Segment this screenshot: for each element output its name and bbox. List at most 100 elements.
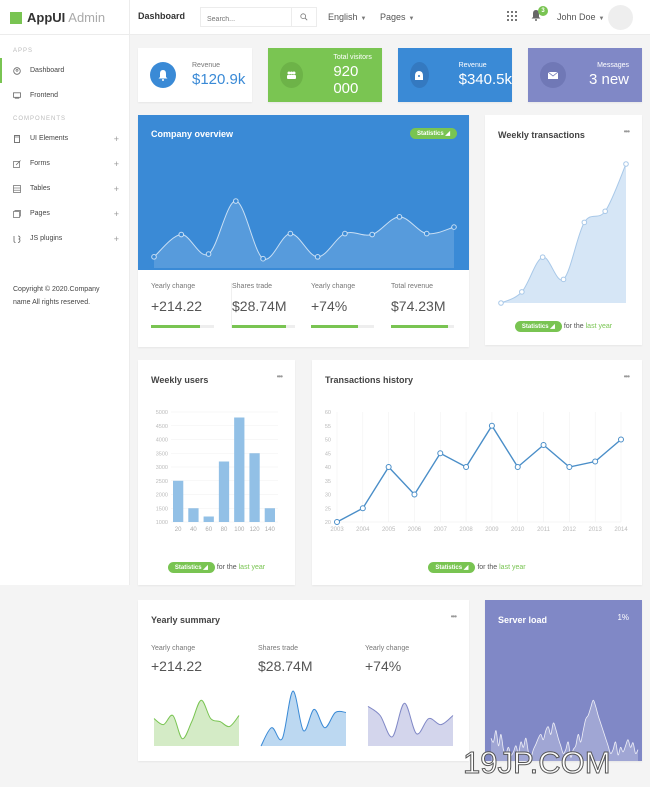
users-icon [280, 62, 304, 88]
brand[interactable]: AppUI Admin [0, 0, 130, 35]
sidebar-item-dashboard[interactable]: Dashboard [0, 58, 129, 83]
area-fill [261, 691, 346, 746]
expand-plus-icon[interactable]: + [114, 209, 119, 219]
y-tick-label: 2000 [156, 493, 168, 499]
x-tick-label: 40 [190, 527, 197, 533]
bell-icon [150, 62, 176, 88]
caret-down-icon: ▼ [360, 16, 367, 22]
y-tick-label: 55 [325, 424, 331, 430]
plugin-icon [13, 235, 21, 243]
search-input[interactable] [201, 10, 293, 29]
x-tick-label: 2013 [589, 527, 603, 533]
data-point [623, 161, 629, 167]
data-point [488, 422, 495, 429]
stat-value: 3 new [588, 71, 629, 88]
x-tick-label: 2004 [356, 527, 370, 533]
footer-link[interactable]: last year [239, 564, 265, 571]
kpi-shares-trade: Shares trade $28.74M [231, 283, 311, 328]
copyright: Copyright © 2020.Company name All rights… [13, 283, 99, 309]
copyright-line-1: Copyright © 2020.Company [13, 286, 100, 293]
x-tick-label: 2008 [459, 527, 473, 533]
x-tick-label: 60 [205, 527, 212, 533]
data-point [233, 198, 239, 204]
sidebar-item-label: Tables [30, 185, 51, 192]
section-components: COMPONENTS [13, 116, 67, 122]
kpi-value: +74% [311, 298, 348, 314]
data-point [411, 491, 418, 498]
kpi-progress [311, 325, 374, 328]
x-tick-label: 2014 [614, 527, 628, 533]
statistics-badge[interactable]: Statistics ◢ [428, 562, 476, 573]
data-point [359, 505, 366, 512]
apps-grid-icon[interactable] [507, 11, 517, 21]
data-point [423, 230, 430, 237]
stat-value: 920 000 [333, 62, 359, 97]
x-tick-label: 120 [250, 527, 261, 533]
kpi-total-revenue: Total revenue $74.23M [391, 283, 471, 328]
expand-plus-icon[interactable]: + [114, 234, 119, 244]
expand-plus-icon[interactable]: + [114, 184, 119, 194]
stat-value: $120.9k [192, 71, 246, 88]
company-overview-header: Company overview Statistics ◢ [138, 115, 469, 270]
statistics-badge[interactable]: Statistics ◢ [167, 562, 215, 573]
expand-plus-icon[interactable]: + [114, 134, 119, 144]
y-tick-label: 5000 [156, 410, 168, 416]
data-point [151, 254, 157, 260]
y-tick-label: 45 [325, 451, 331, 457]
statistics-badge[interactable]: Statistics ◢ [514, 321, 562, 332]
sidebar-item-ui-elements[interactable]: UI Elements + [0, 126, 129, 151]
expand-plus-icon[interactable]: + [114, 159, 119, 169]
sidebar-item-label: Pages [30, 210, 50, 217]
sidebar-item-tables[interactable]: Tables + [0, 176, 129, 201]
kpi-progress [391, 325, 454, 328]
data-point [260, 255, 266, 262]
sidebar-item-js-plugins[interactable]: JS plugins + [0, 226, 129, 251]
brand-suffix: Admin [68, 10, 106, 25]
footer-link[interactable]: last year [586, 323, 612, 330]
weekly-transactions-chart [498, 161, 629, 306]
bar [234, 417, 245, 522]
transactions-history-chart: 20 25 30 35 40 45 50 55 60 2003 2004 2005 2006 2007 20… [325, 410, 628, 533]
card-footer: Statistics ◢ for the last year [312, 562, 642, 573]
avatar[interactable] [608, 5, 633, 30]
area-fill [154, 700, 239, 746]
weekly-transactions-card: Weekly transactions ••• Statistics ◢ for… [485, 115, 642, 345]
data-point [592, 458, 599, 465]
sidebar-item-frontend[interactable]: Frontend [0, 83, 129, 108]
series-line [336, 424, 622, 523]
bar [173, 480, 184, 522]
footer-text: for the [563, 323, 584, 330]
footer-text: for the [216, 564, 237, 571]
search-button[interactable] [291, 8, 316, 26]
x-tick-label: 2009 [485, 527, 499, 533]
data-point [560, 276, 567, 283]
section-apps: APPS [13, 48, 34, 54]
data-point [369, 231, 375, 238]
y-tick-label: 25 [325, 506, 331, 512]
kpi-progress [151, 325, 214, 328]
sidebar-item-label: Forms [30, 160, 50, 167]
y-tick-label: 40 [325, 465, 331, 471]
server-load-card: Server load 1% [485, 600, 642, 761]
user-menu[interactable]: John Doe ▼ [557, 12, 604, 22]
caret-down-icon: ▼ [598, 16, 605, 22]
language-dropdown[interactable]: English ▼ [328, 12, 366, 22]
kpi-progress-fill [391, 325, 448, 328]
card-footer: Statistics ◢ for the last year [138, 562, 295, 573]
stat-label: Revenue [192, 62, 221, 69]
kpi-value: +214.22 [151, 298, 202, 314]
bar [188, 508, 199, 522]
company-overview-card: Company overview Statistics ◢ Yearly cha… [138, 115, 469, 347]
table-icon [13, 184, 21, 193]
sidebar-item-forms[interactable]: Forms + [0, 151, 129, 176]
data-point [539, 254, 546, 260]
bar [218, 461, 230, 522]
footer-link[interactable]: last year [499, 564, 525, 571]
kpi-label: Total revenue [391, 283, 434, 290]
sidebar-item-pages[interactable]: Pages + [0, 201, 129, 226]
pages-dropdown[interactable]: Pages ▼ [380, 12, 414, 22]
stat-label: Messages [597, 62, 629, 69]
brand-name: AppUI [27, 10, 66, 25]
copy-icon [13, 209, 21, 218]
kpi-progress [232, 325, 295, 328]
